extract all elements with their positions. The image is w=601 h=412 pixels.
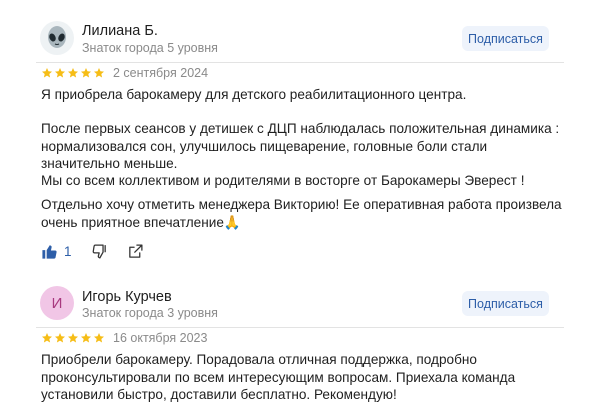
divider	[36, 62, 564, 63]
star-icon	[68, 68, 78, 78]
subscribe-button[interactable]: Подписаться	[462, 26, 549, 51]
subscribe-button[interactable]: Подписаться	[462, 291, 549, 316]
divider	[36, 327, 564, 328]
like-count: 1	[64, 244, 72, 259]
review-date: 16 октября 2023	[113, 331, 208, 345]
star-icon	[81, 68, 91, 78]
review-text: Приобрели барокамеру. Порадовала отлична…	[41, 352, 516, 402]
thumbs-down-icon[interactable]	[91, 243, 108, 260]
share-icon[interactable]	[127, 243, 144, 260]
star-icon	[94, 333, 104, 343]
review-date: 2 сентября 2024	[113, 66, 209, 80]
review-actions: 1	[41, 243, 144, 260]
star-icon	[55, 68, 65, 78]
review-text: Мы со всем коллективом и родителями в во…	[41, 173, 525, 188]
author-name[interactable]: Лилиана Б.	[82, 23, 158, 39]
star-icon	[81, 333, 91, 343]
star-icon	[42, 68, 52, 78]
review-text: Я приобрела барокамеру для детского реаб…	[41, 87, 467, 102]
thumbs-up-icon[interactable]	[41, 243, 58, 260]
star-icon	[94, 68, 104, 78]
author-name[interactable]: Игорь Курчев	[82, 289, 172, 305]
review-text: После первых сеансов у детишек с ДЦП наб…	[41, 121, 560, 171]
star-icon	[42, 333, 52, 343]
avatar[interactable]: И	[40, 286, 74, 320]
author-level: Знаток города 3 уровня	[82, 306, 218, 320]
review-text: Отдельно хочу отметить менеджера Виктори…	[41, 197, 562, 230]
alien-emoji-icon	[48, 26, 66, 48]
author-level: Знаток города 5 уровня	[82, 41, 218, 55]
star-icon	[68, 333, 78, 343]
rating-stars	[41, 67, 105, 79]
rating-stars	[41, 332, 105, 344]
star-icon	[55, 333, 65, 343]
avatar[interactable]	[40, 21, 74, 55]
